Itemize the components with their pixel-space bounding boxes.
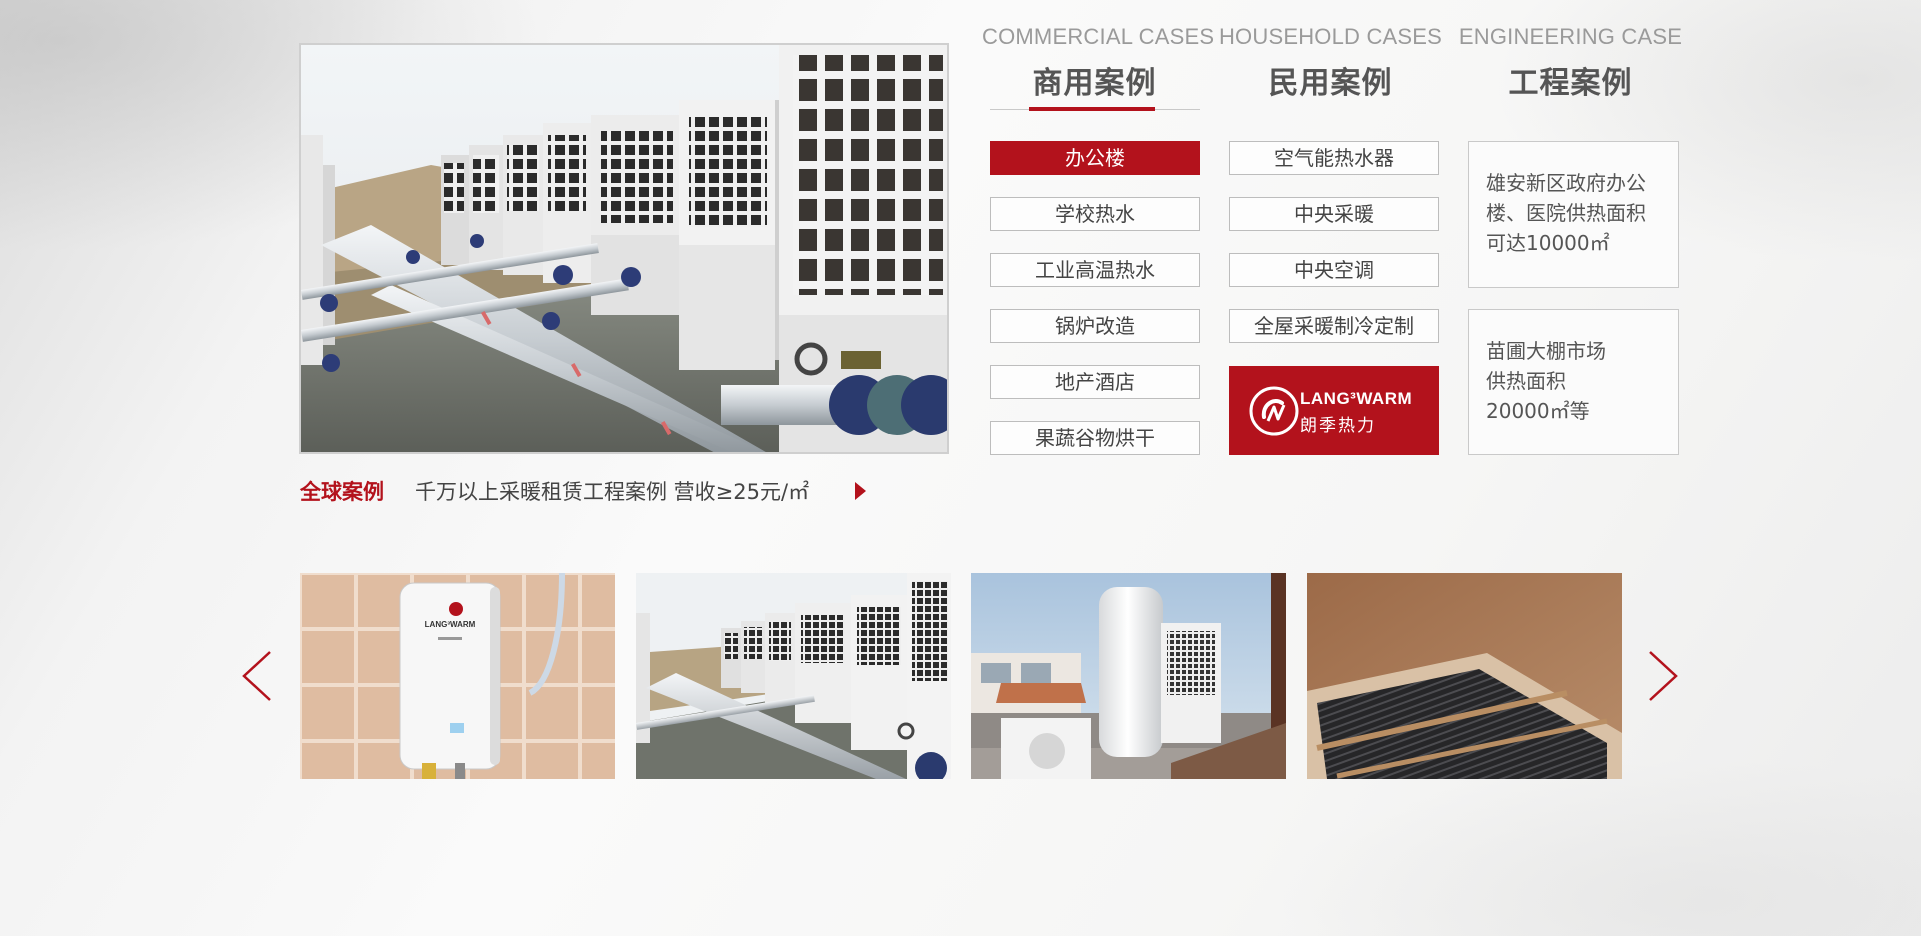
chevron-left-icon[interactable] — [238, 648, 278, 704]
option-whole-house-custom[interactable]: 全屋采暖制冷定制 — [1229, 309, 1439, 343]
engineering-case-xiongan[interactable]: 雄安新区政府办公 楼、医院供热面积 可达10000㎡ — [1468, 141, 1679, 288]
tab-engineering-case[interactable]: ENGINEERING CASE 工程案例 — [1458, 24, 1683, 102]
thumb-water-tank-unit[interactable] — [971, 573, 1286, 779]
option-central-ac[interactable]: 中央空调 — [1229, 253, 1439, 287]
tab-engineering-en: ENGINEERING CASE — [1458, 24, 1683, 49]
option-central-heating[interactable]: 中央采暖 — [1229, 197, 1439, 231]
hero-case-photo — [299, 43, 949, 454]
option-produce-drying[interactable]: 果蔬谷物烘干 — [990, 421, 1200, 455]
chevron-right-icon[interactable] — [1642, 648, 1682, 704]
tab-commercial-cases[interactable]: COMMERCIAL CASES 商用案例 — [982, 24, 1215, 102]
tab-engineering-cn: 工程案例 — [1508, 66, 1633, 101]
tab-commercial-en: COMMERCIAL CASES — [982, 24, 1215, 49]
engineering-text-line: 楼、医院供热面积 — [1486, 201, 1646, 225]
option-industrial-hot-water[interactable]: 工业高温热水 — [990, 253, 1200, 287]
global-cases-description: 千万以上采暖租赁工程案例 营收≥25元/㎡ — [415, 480, 810, 504]
brand-logo-en: LANG³WARM — [1300, 389, 1413, 408]
global-cases-label[interactable]: 全球案例 — [300, 476, 384, 506]
engineering-text-line: 20000㎡等 — [1486, 399, 1590, 423]
thumb-brand-text: LANG³WARM — [425, 620, 476, 629]
brand-logo-cn: 朗季热力 — [1300, 416, 1376, 436]
tab-active-indicator — [1029, 107, 1155, 111]
option-office-building[interactable]: 办公楼 — [990, 141, 1200, 175]
tab-commercial-cn: 商用案例 — [1032, 66, 1157, 101]
option-air-water-heater[interactable]: 空气能热水器 — [1229, 141, 1439, 175]
tab-household-cases[interactable]: HOUSEHOLD CASES 民用案例 — [1218, 24, 1443, 102]
tab-household-en: HOUSEHOLD CASES — [1218, 24, 1443, 49]
engineering-case-nursery[interactable]: 苗圃大棚市场 供热面积 20000㎡等 — [1468, 309, 1679, 455]
play-arrow-icon[interactable] — [855, 482, 866, 500]
brand-logo-icon — [1249, 386, 1299, 436]
option-school-hot-water[interactable]: 学校热水 — [990, 197, 1200, 231]
option-real-estate-hotel[interactable]: 地产酒店 — [990, 365, 1200, 399]
engineering-text-line: 供热面积 — [1486, 369, 1566, 393]
thumb-rooftop-units[interactable] — [636, 573, 951, 779]
brand-logo-tile: LANG³WARM 朗季热力 — [1229, 366, 1439, 455]
engineering-text-line: 雄安新区政府办公 — [1486, 171, 1646, 195]
option-boiler-retrofit[interactable]: 锅炉改造 — [990, 309, 1200, 343]
engineering-text-line: 可达10000㎡ — [1486, 231, 1610, 255]
thumb-floor-heating[interactable] — [1307, 573, 1622, 779]
tab-household-cn: 民用案例 — [1268, 66, 1393, 101]
thumb-water-heater[interactable]: LANG³WARM — [300, 573, 615, 779]
engineering-text-line: 苗圃大棚市场 — [1486, 339, 1606, 363]
